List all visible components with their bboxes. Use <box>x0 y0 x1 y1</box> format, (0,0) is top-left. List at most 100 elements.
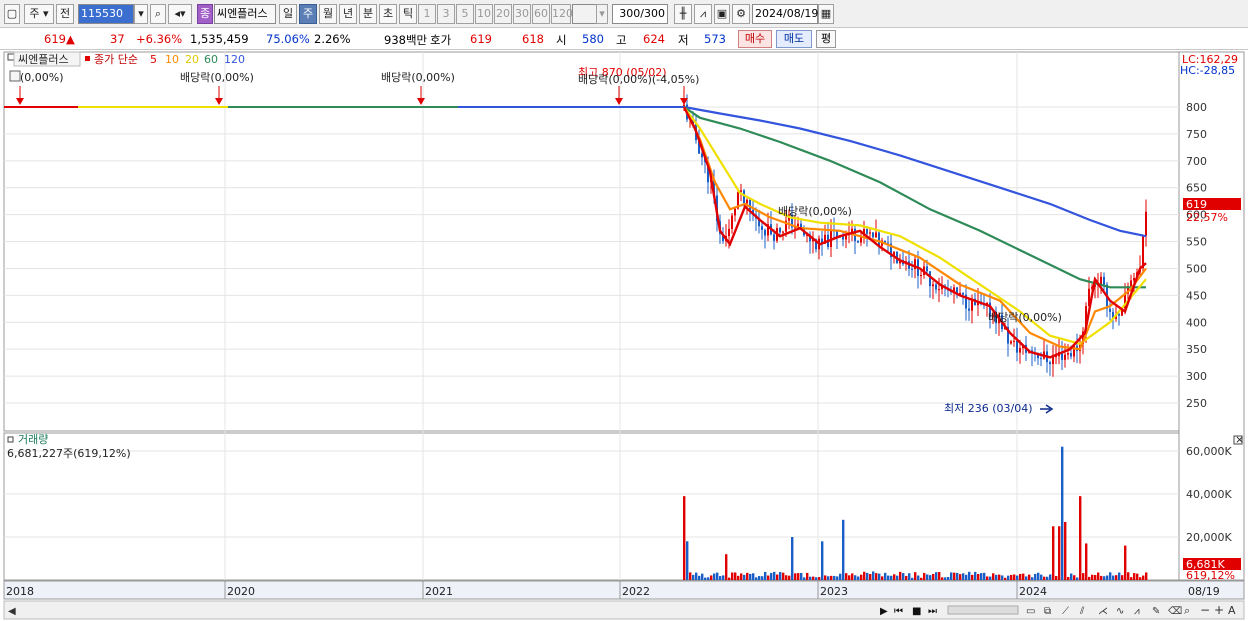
tool-copy-icon[interactable]: ⧉ <box>1044 606 1051 617</box>
prev-button[interactable]: 전 <box>56 4 74 24</box>
close-icon[interactable]: × <box>1235 433 1244 446</box>
volume-bar <box>1004 577 1007 580</box>
stock-type-badge: 종 <box>197 4 213 24</box>
volume-bar <box>1055 576 1058 580</box>
candle-body <box>728 228 730 237</box>
tool-wave-icon[interactable]: ∿ <box>1116 606 1124 617</box>
scroll-left-icon[interactable]: ◀ <box>8 606 16 617</box>
volume-bar <box>896 575 899 580</box>
zoom-out-icon[interactable]: − <box>1200 603 1210 617</box>
save-icon[interactable]: ▣ <box>714 4 730 24</box>
tool-erase-icon[interactable]: ⌫ <box>1168 606 1182 617</box>
volume-bar <box>872 571 875 580</box>
tool-trend-icon[interactable]: ⩘ <box>1134 606 1140 617</box>
market-select[interactable]: 주 ▾ <box>24 4 54 24</box>
calendar-icon[interactable]: ▦ <box>818 4 834 24</box>
period-minute-tab[interactable]: 분 <box>359 4 377 24</box>
chart-area[interactable]: 800750700650600550500450400350300250 60,… <box>0 50 1248 621</box>
volume-bar <box>1016 575 1019 580</box>
candle-body <box>764 229 766 236</box>
interval-20[interactable]: 20 <box>494 4 512 24</box>
zoom-slider[interactable] <box>947 605 1019 615</box>
volume-bar <box>1076 577 1079 580</box>
search-icon[interactable]: ⌕ <box>150 4 166 24</box>
period-day-tab[interactable]: 일 <box>279 4 297 24</box>
rewind-icon[interactable]: ⏮ <box>894 606 903 617</box>
volume-bar <box>869 574 872 580</box>
y-tick-label: 300 <box>1186 370 1207 383</box>
period-second-tab[interactable]: 초 <box>379 4 397 24</box>
interval-30[interactable]: 30 <box>513 4 531 24</box>
interval-120[interactable]: 120 <box>551 4 573 24</box>
candle-body <box>1070 353 1072 357</box>
volume-bar <box>956 572 959 580</box>
interval-1[interactable]: 1 <box>418 4 436 24</box>
volume-bar <box>890 575 893 580</box>
period-month-tab[interactable]: 월 <box>319 4 337 24</box>
interval-dropdown-icon[interactable]: ▾ <box>596 4 608 24</box>
line-chart-icon[interactable]: ⩘ <box>694 4 712 24</box>
data-count-input[interactable]: 300/300 <box>612 4 668 24</box>
zoom-in-icon[interactable]: + <box>1214 603 1224 617</box>
period-year-tab[interactable]: 년 <box>339 4 357 24</box>
interval-3[interactable]: 3 <box>437 4 455 24</box>
avg-button[interactable]: 평 <box>816 30 836 48</box>
stop-icon[interactable]: ■ <box>912 606 921 617</box>
volume-ratio: 75.06% <box>266 32 310 46</box>
volume-bar <box>842 519 845 580</box>
candle-body <box>932 284 934 287</box>
period-tick-tab[interactable]: 틱 <box>399 4 417 24</box>
tool-fan-icon[interactable]: ⋌ <box>1098 606 1108 617</box>
tool-pen-icon[interactable]: ✎ <box>1152 606 1160 617</box>
price-panel-stock: 씨엔플러스 <box>18 53 69 66</box>
sell-button[interactable]: 매도 <box>776 30 812 48</box>
annotation-5: 배당락(0,00%) <box>988 311 1062 324</box>
current-price-tag-label: 619 <box>1186 198 1207 211</box>
volume-bar <box>845 573 848 580</box>
candle-body <box>866 229 868 234</box>
candle-body <box>878 232 880 246</box>
interval-60[interactable]: 60 <box>532 4 550 24</box>
volume-bar <box>911 577 914 580</box>
candle-body <box>872 232 874 238</box>
volume-bar <box>860 574 863 580</box>
sound-icon[interactable]: ◂▾ <box>168 4 192 24</box>
volume-bar <box>1037 572 1040 580</box>
interval-5[interactable]: 5 <box>456 4 474 24</box>
code-dropdown-icon[interactable]: ▾ <box>134 4 148 24</box>
volume-bar <box>923 572 926 580</box>
scrollbar[interactable] <box>3 600 1245 620</box>
buy-button[interactable]: 매수 <box>738 30 772 48</box>
interval-10[interactable]: 10 <box>475 4 493 24</box>
scroll-right-icon[interactable]: ▶ <box>880 606 888 617</box>
tool-rect-icon[interactable]: ▭ <box>1026 606 1035 617</box>
volume-bar <box>743 574 746 580</box>
fast-forward-icon[interactable]: ⏭ <box>928 606 937 617</box>
volume-bar <box>716 572 719 580</box>
candle-icon[interactable]: ╫ <box>674 4 692 24</box>
x-axis-label: 2024 <box>1019 585 1047 598</box>
volume-bar <box>836 576 839 580</box>
period-week-tab[interactable]: 주 <box>299 4 317 24</box>
volume-bar <box>839 573 842 580</box>
stock-code-input[interactable]: 115530 <box>78 4 134 24</box>
zoom-icon[interactable]: ⌕ <box>1184 604 1190 617</box>
volume-bar <box>761 576 764 580</box>
date-input[interactable]: 2024/08/19 <box>752 4 818 24</box>
candle-body <box>746 199 748 204</box>
window-icon[interactable]: ▢ <box>4 4 20 24</box>
gear-icon[interactable]: ⚙ <box>732 4 750 24</box>
volume-bar <box>866 572 869 580</box>
text-tool-icon[interactable]: A <box>1228 604 1236 617</box>
volume-bar <box>1112 575 1115 580</box>
volume-bar <box>926 574 929 580</box>
y-tick-label: 700 <box>1186 155 1207 168</box>
price-change-pct: +6.36% <box>136 32 183 46</box>
volume-bar <box>722 575 725 580</box>
tool-line-icon[interactable]: ⟋ <box>1062 606 1069 617</box>
volume-bar <box>788 575 791 580</box>
volume-bar <box>899 571 902 580</box>
x-axis-label: 2023 <box>820 585 848 598</box>
tool-channel-icon[interactable]: ⫽ <box>1079 606 1085 617</box>
candle-body <box>761 226 763 230</box>
